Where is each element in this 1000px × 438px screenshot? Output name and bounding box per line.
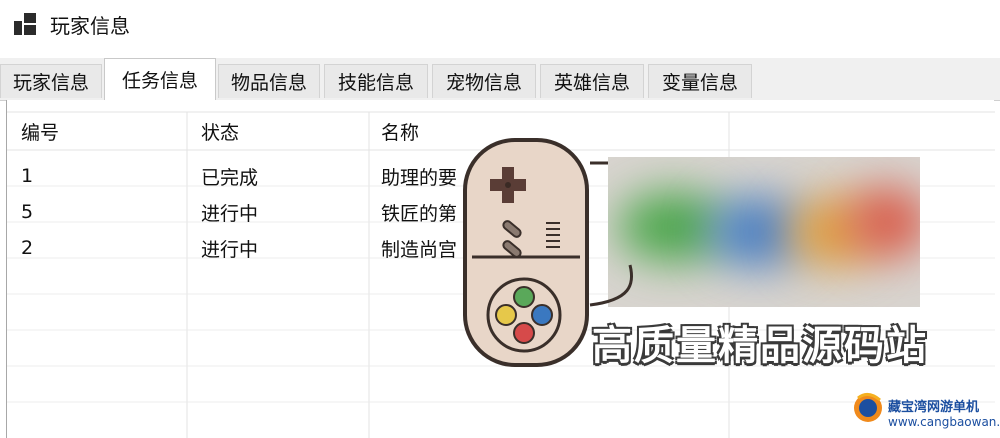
tab-label: 英雄信息	[553, 72, 630, 94]
tab-strip: 玩家信息 任务信息 物品信息 技能信息 宠物信息 英雄信息 变量信息	[0, 58, 1000, 101]
cell-status: 进行中	[201, 202, 259, 225]
tab-label: 任务信息	[121, 70, 198, 92]
tab-player-info[interactable]: 玩家信息	[0, 64, 102, 98]
watermark: 藏宝湾网游单机 www.cangbaowan.net	[850, 378, 1000, 438]
tab-quest-info[interactable]: 任务信息	[104, 58, 216, 100]
tab-hero-info[interactable]: 英雄信息	[540, 64, 644, 98]
cell-id: 5	[21, 201, 34, 223]
watermark-logo-icon	[854, 393, 882, 422]
watermark-text: 藏宝湾网游单机	[888, 400, 980, 415]
cell-id: 2	[21, 237, 34, 259]
cell-id: 1	[21, 165, 34, 187]
cell-status: 进行中	[201, 238, 259, 261]
promo-text: 高质量精品源码站	[592, 323, 928, 369]
tab-label: 宠物信息	[445, 72, 522, 94]
tab-label: 变量信息	[661, 72, 738, 94]
tab-variable-info[interactable]: 变量信息	[648, 64, 752, 98]
title-bar: 玩家信息	[0, 0, 1000, 48]
tab-label: 玩家信息	[12, 72, 89, 94]
column-header-name[interactable]: 名称	[381, 112, 419, 150]
promo-overlay: 高质量精品源码站	[460, 135, 950, 375]
window-title: 玩家信息	[50, 13, 130, 38]
watermark-url: www.cangbaowan.net	[888, 415, 1000, 429]
tab-item-info[interactable]: 物品信息	[218, 64, 320, 98]
tab-label: 物品信息	[230, 72, 307, 94]
tab-pet-info[interactable]: 宠物信息	[432, 64, 536, 98]
column-header-status[interactable]: 状态	[201, 112, 239, 150]
tab-label: 技能信息	[337, 72, 414, 94]
app-window-icon	[14, 13, 36, 35]
tab-skill-info[interactable]: 技能信息	[324, 64, 428, 98]
column-header-id[interactable]: 编号	[21, 112, 59, 150]
cell-status: 已完成	[201, 166, 259, 189]
